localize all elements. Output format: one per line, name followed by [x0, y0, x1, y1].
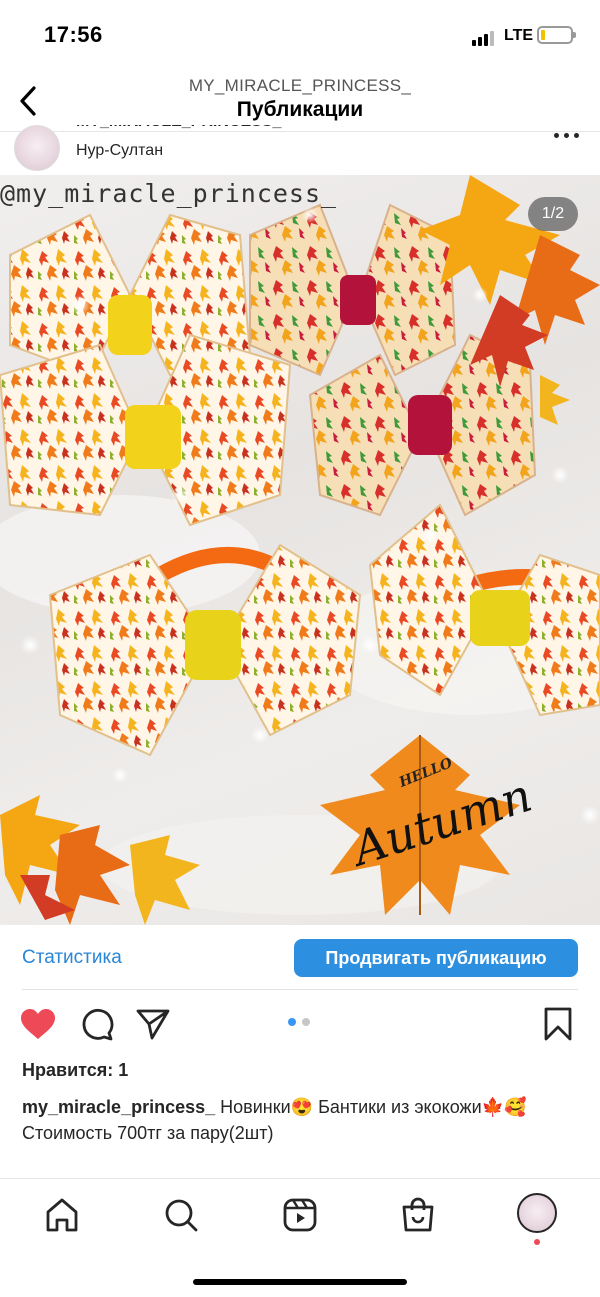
- comment-button[interactable]: [80, 1008, 114, 1047]
- post-image[interactable]: @my_miracle_princess_ 1/2 HELLO Autumn: [0, 175, 600, 925]
- more-options-icon[interactable]: [554, 133, 580, 141]
- likes-count[interactable]: Нравится: 1: [22, 1060, 128, 1081]
- post-location[interactable]: Нур-Султан: [76, 142, 163, 160]
- promote-button[interactable]: Продвигать публикацию: [294, 939, 578, 977]
- tab-profile-avatar[interactable]: [517, 1193, 557, 1233]
- profile-username: MY_MIRACLE_PRINCESS_: [188, 76, 412, 95]
- bottom-tab-bar: [0, 1178, 600, 1248]
- battery-icon: [537, 26, 576, 44]
- reels-icon: [283, 1198, 317, 1232]
- save-button[interactable]: [544, 1007, 572, 1046]
- tab-home[interactable]: [42, 1195, 82, 1235]
- post-header: MY_MIRACLE_PRINCESS_ Нур-Султан: [0, 125, 600, 175]
- search-icon: [165, 1199, 198, 1232]
- status-bar: 17:56 LTE: [0, 0, 600, 70]
- share-button[interactable]: [136, 1008, 170, 1045]
- tab-search[interactable]: [161, 1195, 201, 1235]
- statistics-link[interactable]: Статистика: [22, 947, 122, 969]
- maple-leaves-bottom-left: [0, 795, 200, 925]
- tab-reels[interactable]: [280, 1195, 320, 1235]
- divider: [22, 989, 578, 990]
- post-caption: my_miracle_princess_ Новинки😍 Бантики из…: [22, 1094, 582, 1146]
- carousel-counter: 1/2: [528, 197, 578, 231]
- nav-header: MY_MIRACLE_PRINCESS_ Публикации: [0, 70, 600, 132]
- like-button[interactable]: [20, 1008, 56, 1045]
- home-indicator[interactable]: [193, 1279, 407, 1285]
- heart-icon: [21, 1009, 55, 1039]
- page-title: Публикации: [236, 98, 364, 121]
- post-username[interactable]: MY_MIRACLE_PRINCESS_: [76, 125, 296, 133]
- send-icon: [136, 1009, 170, 1040]
- carousel-dots: [288, 1018, 312, 1026]
- shop-icon: [402, 1197, 434, 1232]
- post-actions: [0, 1005, 600, 1045]
- tab-shop[interactable]: [398, 1195, 438, 1235]
- bookmark-icon: [544, 1007, 572, 1041]
- post-avatar[interactable]: [14, 125, 60, 171]
- home-icon: [46, 1198, 78, 1232]
- status-time: 17:56: [44, 22, 103, 47]
- signal-icon: [472, 30, 498, 46]
- network-label: LTE: [504, 27, 534, 44]
- notification-dot: [534, 1239, 540, 1245]
- insights-row: Статистика Продвигать публикацию: [0, 937, 600, 979]
- comment-icon: [82, 1009, 114, 1041]
- caption-username[interactable]: my_miracle_princess_: [22, 1097, 215, 1117]
- image-watermark: @my_miracle_princess_: [0, 179, 338, 208]
